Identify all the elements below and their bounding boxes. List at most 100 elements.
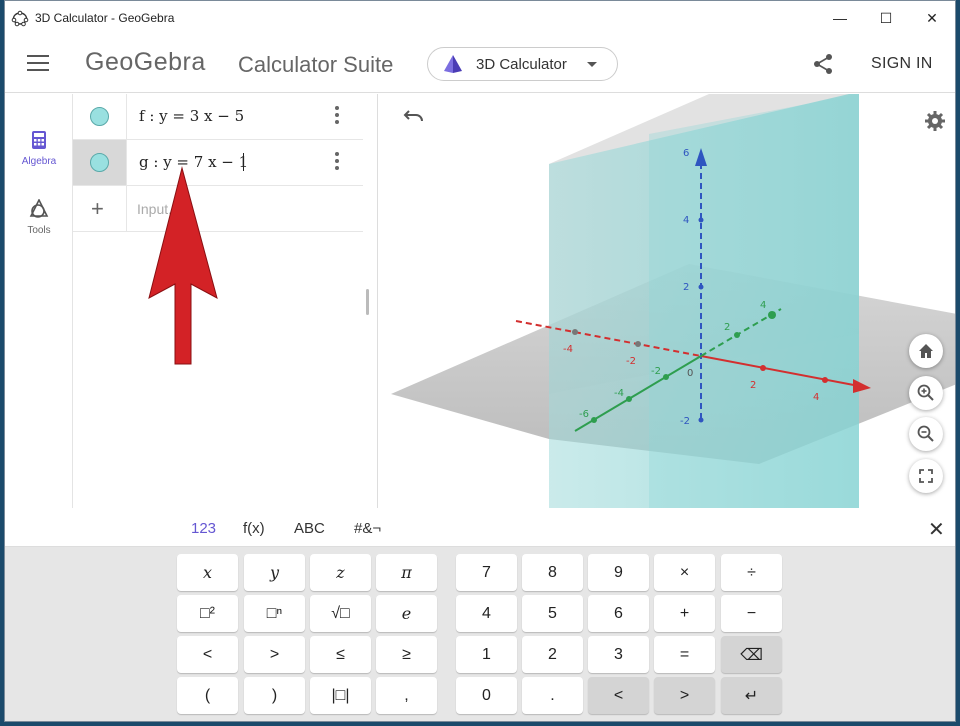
- window-title: 3D Calculator - GeoGebra: [35, 11, 175, 25]
- key-2[interactable]: 2: [522, 636, 583, 673]
- key-1[interactable]: 1: [456, 636, 517, 673]
- title-bar: 3D Calculator - GeoGebra — ☐ ✕: [5, 1, 955, 35]
- x-tick-label: -4: [563, 344, 573, 355]
- annotation-arrow-up: [148, 166, 218, 365]
- y-tick-label: 4: [760, 300, 766, 311]
- scrollbar[interactable]: [366, 289, 369, 315]
- key-divide[interactable]: ÷: [721, 554, 782, 591]
- sign-in-button[interactable]: SIGN IN: [871, 55, 933, 73]
- cursor-right-key[interactable]: >: [654, 677, 715, 714]
- key-greater-equal[interactable]: ≥: [376, 636, 437, 673]
- key-multiply[interactable]: ×: [654, 554, 715, 591]
- key-minus[interactable]: −: [721, 595, 782, 632]
- geogebra-app-icon: [11, 10, 29, 27]
- rail-item-label: Algebra: [21, 156, 57, 167]
- z-tick-label: 2: [683, 282, 689, 293]
- visibility-toggle[interactable]: [90, 153, 109, 172]
- rail-item-algebra[interactable]: Algebra: [5, 130, 73, 167]
- zoom-in-button[interactable]: [909, 376, 943, 410]
- home-view-button[interactable]: [909, 334, 943, 368]
- key-equals[interactable]: =: [654, 636, 715, 673]
- y-tick-label: -6: [579, 409, 589, 420]
- graphics-canvas[interactable]: 6 4 2 -2 -4 -2 2 4 4 2 -2 -4 -6 0: [379, 94, 956, 508]
- key-abs[interactable]: |□|: [310, 677, 371, 714]
- key-9[interactable]: 9: [588, 554, 649, 591]
- key-plus[interactable]: +: [654, 595, 715, 632]
- key-pi[interactable]: π: [376, 554, 437, 591]
- enter-key[interactable]: ↵: [721, 677, 782, 714]
- key-7[interactable]: 7: [456, 554, 517, 591]
- text-cursor: [243, 153, 244, 171]
- z-tick-label: -2: [680, 416, 690, 427]
- key-x[interactable]: x: [177, 554, 238, 591]
- origin-label: 0: [687, 368, 693, 379]
- virtual-keyboard: 123 f(x) ABC #&¬ ✕ x y z π □² □ⁿ √□ e < …: [5, 509, 955, 721]
- key-y[interactable]: y: [244, 554, 305, 591]
- z-tick-label: 6: [683, 148, 689, 159]
- zoom-out-button[interactable]: [909, 417, 943, 451]
- maximize-button[interactable]: ☐: [863, 1, 909, 35]
- z-tick-label: 4: [683, 215, 689, 226]
- key-8[interactable]: 8: [522, 554, 583, 591]
- close-icon[interactable]: ✕: [928, 517, 945, 542]
- key-square[interactable]: □²: [177, 595, 238, 632]
- key-decimal[interactable]: .: [522, 677, 583, 714]
- more-vert-icon[interactable]: [335, 152, 339, 173]
- x-tick-label: 4: [813, 392, 819, 403]
- share-icon[interactable]: [812, 53, 834, 75]
- tools-shapes-icon: [29, 198, 49, 218]
- pyramid-icon: [444, 55, 462, 73]
- cursor-left-key[interactable]: <: [588, 677, 649, 714]
- tab-abc[interactable]: ABC: [294, 520, 325, 537]
- x-tick-label: 2: [750, 380, 756, 391]
- y-tick-label: -2: [651, 366, 661, 377]
- key-close-paren[interactable]: ): [244, 677, 305, 714]
- key-comma[interactable]: ,: [376, 677, 437, 714]
- app-window: 3D Calculator - GeoGebra — ☐ ✕ GeoGebra …: [4, 0, 956, 722]
- app-header: GeoGebra Calculator Suite 3D Calculator …: [5, 35, 955, 93]
- app-selector-label: 3D Calculator: [476, 55, 567, 73]
- close-window-button[interactable]: ✕: [909, 1, 955, 35]
- key-5[interactable]: 5: [522, 595, 583, 632]
- key-4[interactable]: 4: [456, 595, 517, 632]
- key-less-equal[interactable]: ≤: [310, 636, 371, 673]
- key-3[interactable]: 3: [588, 636, 649, 673]
- chevron-down-icon: [587, 62, 597, 67]
- suite-title: Calculator Suite: [238, 52, 394, 77]
- key-greater-than[interactable]: >: [244, 636, 305, 673]
- tab-fx[interactable]: f(x): [243, 520, 265, 537]
- y-tick-label: -4: [614, 388, 624, 399]
- y-tick-label: 2: [724, 322, 730, 333]
- backspace-key[interactable]: ⌫: [721, 636, 782, 673]
- zoom-in-icon: [917, 384, 934, 401]
- algebra-expression[interactable]: f : y = 3 x − 5: [139, 107, 244, 125]
- left-rail: Algebra Tools: [5, 94, 73, 508]
- key-sqrt[interactable]: √□: [310, 595, 371, 632]
- key-open-paren[interactable]: (: [177, 677, 238, 714]
- app-selector[interactable]: 3D Calculator: [427, 47, 618, 81]
- key-less-than[interactable]: <: [177, 636, 238, 673]
- minimize-button[interactable]: —: [817, 1, 863, 35]
- geogebra-logo: GeoGebra: [85, 48, 206, 76]
- key-power[interactable]: □ⁿ: [244, 595, 305, 632]
- fullscreen-button[interactable]: [909, 459, 943, 493]
- menu-icon[interactable]: [27, 55, 49, 73]
- graphics-3d-view[interactable]: 6 4 2 -2 -4 -2 2 4 4 2 -2 -4 -6 0: [379, 94, 956, 508]
- more-vert-icon[interactable]: [335, 106, 339, 127]
- x-tick-label: -2: [626, 356, 636, 367]
- key-6[interactable]: 6: [588, 595, 649, 632]
- key-e[interactable]: e: [376, 595, 437, 632]
- algebra-row-f[interactable]: f : y = 3 x − 5: [73, 94, 363, 140]
- tab-123[interactable]: 123: [191, 520, 216, 537]
- gear-icon[interactable]: [924, 110, 946, 132]
- key-z[interactable]: z: [310, 554, 371, 591]
- key-0[interactable]: 0: [456, 677, 517, 714]
- add-icon[interactable]: +: [91, 196, 104, 222]
- tab-symbols[interactable]: #&¬: [354, 520, 381, 537]
- rail-item-tools[interactable]: Tools: [5, 198, 73, 236]
- zoom-out-icon: [917, 425, 934, 442]
- undo-icon[interactable]: [403, 108, 425, 124]
- visibility-toggle[interactable]: [90, 107, 109, 126]
- home-icon: [919, 344, 933, 358]
- algebra-view: f : y = 3 x − 5 g : y = 7 x − 1 + Input.…: [73, 94, 378, 508]
